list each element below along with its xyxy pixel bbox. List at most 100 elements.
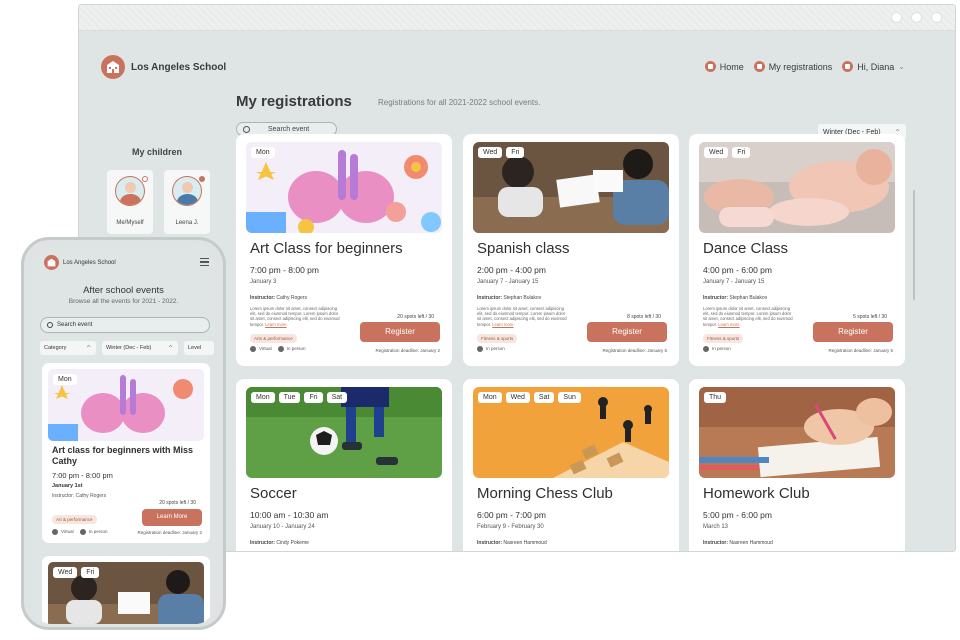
- phone-event-card-art[interactable]: Mon Art class for beginners with Miss Ca…: [42, 363, 210, 543]
- event-card-soccer[interactable]: Mon Tue Fri Sat Soccer 10:00 am - 10:30 …: [236, 379, 452, 551]
- event-description: Lorem ipsum dolor sit amet, consect adip…: [703, 306, 793, 327]
- day-chips: Wed Fri: [704, 147, 751, 158]
- event-modes: In person: [703, 346, 731, 352]
- event-title: Soccer: [250, 485, 297, 502]
- page-subtitle: Registrations for all 2021-2022 school e…: [378, 98, 541, 107]
- phone-brand-logo[interactable]: Los Angeles School: [40, 255, 116, 270]
- event-title: Homework Club: [703, 485, 810, 502]
- day-chip: Wed: [53, 567, 78, 578]
- scrollbar[interactable]: [913, 190, 915, 300]
- day-chip: Fri: [81, 567, 100, 578]
- search-icon: [47, 322, 53, 328]
- screen: Los Angeles School Home My registrations…: [0, 0, 960, 640]
- learn-more-link[interactable]: Learn more: [718, 322, 739, 327]
- child-name: Me/Myself: [116, 220, 144, 226]
- event-image: Wed Fri: [48, 562, 204, 624]
- title-bar: [79, 5, 955, 31]
- phone-search-placeholder: Search event: [57, 322, 93, 328]
- virtual-mode: Virtual: [250, 346, 272, 352]
- level-filter-select[interactable]: Level: [184, 341, 214, 355]
- phone-page-subtitle: Browse all the events for 2021 - 2022.: [68, 298, 179, 305]
- day-chip: Mon: [251, 392, 275, 403]
- event-time: 2:00 pm - 4:00 pm: [477, 265, 546, 275]
- in-person-mode: In person: [703, 346, 731, 352]
- event-time: 5:00 pm - 6:00 pm: [703, 510, 772, 520]
- event-card-art[interactable]: Mon Art Class for beginners 7:00 pm - 8:…: [236, 134, 452, 366]
- event-card-spanish[interactable]: Wed Fri Spanish class 2:00 pm - 4:00 pm …: [463, 134, 679, 366]
- event-image: Mon Wed Sat Sun: [473, 387, 669, 478]
- phone-filters: Category ⌃ Winter (Dec - Feb) ⌃ Level: [40, 341, 214, 355]
- phone-mockup: Los Angeles School After school events B…: [21, 237, 226, 630]
- window-minimize-button[interactable]: [891, 12, 902, 23]
- category-tag: Arts & performance: [250, 334, 297, 343]
- event-card-dance[interactable]: Wed Fri Dance Class 4:00 pm - 6:00 pm Ja…: [689, 134, 905, 366]
- phone-page-title: After school events: [83, 285, 164, 296]
- day-chip: Tue: [278, 392, 301, 403]
- window-maximize-button[interactable]: [911, 12, 922, 23]
- event-date: January 10 - January 24: [250, 524, 315, 530]
- page-title: My registrations: [236, 93, 352, 110]
- register-button[interactable]: Register: [813, 322, 893, 342]
- category-tag: Art & performance: [52, 515, 97, 524]
- window-close-button[interactable]: [931, 12, 942, 23]
- child-card-me[interactable]: Me/Myself: [107, 170, 153, 234]
- event-card-homework[interactable]: Thu Homework Club 5:00 pm - 6:00 pm Marc…: [689, 379, 905, 551]
- nav-user-label: Hi, Diana: [857, 61, 895, 72]
- day-chips: Mon: [53, 374, 77, 385]
- event-title: Art Class for beginners: [250, 240, 403, 257]
- event-date: January 3: [250, 279, 277, 285]
- learn-more-button[interactable]: Learn More: [142, 509, 202, 526]
- category-filter-select[interactable]: Category ⌃: [40, 341, 96, 355]
- unselected-indicator-icon: [142, 176, 148, 182]
- day-chip: Wed: [478, 147, 503, 158]
- brand-logo[interactable]: Los Angeles School: [101, 55, 226, 79]
- event-image: Wed Fri: [473, 142, 669, 233]
- day-chip: Wed: [505, 392, 530, 403]
- event-description: Lorem ipsum dolor sit amet, consect adip…: [250, 306, 340, 327]
- nav-my-registrations[interactable]: My registrations: [753, 61, 832, 72]
- person-icon: [703, 346, 709, 352]
- event-description: Lorem ipsum dolor sit amet, consect adip…: [477, 306, 567, 327]
- child-card-leena[interactable]: Leena J.: [164, 170, 210, 234]
- day-chip: Wed: [704, 147, 729, 158]
- selected-indicator-icon: [199, 176, 205, 182]
- chevron-up-icon: ⌃: [85, 343, 92, 353]
- event-time: 4:00 pm - 6:00 pm: [703, 265, 772, 275]
- register-button[interactable]: Register: [587, 322, 667, 342]
- in-person-mode: In person: [277, 346, 305, 352]
- event-image: Thu: [699, 387, 895, 478]
- phone-search-input[interactable]: Search event: [40, 317, 210, 333]
- season-filter-select[interactable]: Winter (Dec - Feb) ⌃: [102, 341, 178, 355]
- event-modes: In person: [477, 346, 505, 352]
- registration-deadline: Registration deadline: January 5: [828, 348, 893, 353]
- children-title: My children: [132, 147, 183, 157]
- hamburger-menu-icon[interactable]: [200, 258, 209, 266]
- phone-screen: Los Angeles School After school events B…: [32, 246, 215, 624]
- nav-user-menu[interactable]: Hi, Diana ⌄: [842, 61, 905, 72]
- chevron-up-icon: ⌃: [167, 343, 174, 353]
- learn-more-link[interactable]: Learn more: [492, 322, 513, 327]
- day-chip: Sat: [533, 392, 555, 403]
- event-image: Mon: [246, 142, 442, 233]
- person-icon: [277, 346, 284, 352]
- in-person-mode: In person: [79, 529, 107, 535]
- person-icon: [79, 529, 86, 535]
- event-date: January 7 - January 15: [703, 279, 765, 285]
- category-tag: Fitness & sports: [703, 334, 744, 343]
- learn-more-link[interactable]: Learn more: [265, 322, 286, 327]
- register-button[interactable]: Register: [360, 322, 440, 342]
- day-chip: Mon: [478, 392, 502, 403]
- day-chips: Thu: [704, 392, 727, 403]
- event-time: 6:00 pm - 7:00 pm: [477, 510, 546, 520]
- phone-event-card-spanish[interactable]: Wed Fri: [42, 556, 210, 624]
- nav-home[interactable]: Home: [704, 61, 744, 72]
- event-title: Art class for beginners with Miss Cathy: [52, 445, 194, 466]
- child-name: Leena J.: [175, 220, 199, 226]
- event-card-chess[interactable]: Mon Wed Sat Sun Morning Chess Club 6:00 …: [463, 379, 679, 551]
- day-chip: Sun: [558, 392, 581, 403]
- event-instructor: Instructor: Stephan Bulakov: [477, 295, 542, 301]
- virtual-mode: Virtual: [52, 529, 74, 535]
- nav-home-label: Home: [719, 61, 744, 72]
- event-date: January 7 - January 15: [477, 279, 539, 285]
- event-image: Mon: [48, 369, 204, 441]
